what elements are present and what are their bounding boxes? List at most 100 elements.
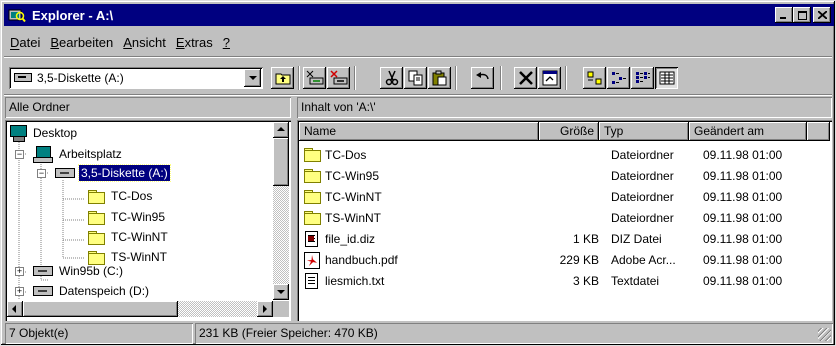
scroll-left-button[interactable] <box>7 301 23 317</box>
tree-item-datenspeich[interactable]: Datenspeich (D:) <box>33 282 151 300</box>
explorer-app-icon[interactable] <box>8 7 26 23</box>
small-icons-button[interactable] <box>607 67 630 89</box>
tree-item-label: Win95b (C:) <box>59 264 124 278</box>
list-icon <box>635 72 650 83</box>
menu-help[interactable]: ? <box>218 33 235 53</box>
column-header-name[interactable]: Name <box>299 122 539 141</box>
status-objects-text: 7 Objekt(e) <box>9 326 69 340</box>
menu-label: ? <box>222 35 230 50</box>
file-row[interactable]: handbuch.pdf 229 KB Adobe Acr... 09.11.9… <box>299 250 829 271</box>
properties-icon <box>542 70 557 86</box>
delete-button[interactable] <box>514 67 537 89</box>
up-folder-icon <box>275 73 290 85</box>
menu-datei[interactable]: Datei <box>5 33 45 53</box>
file-size: 229 KB <box>559 253 599 267</box>
column-header-modified[interactable]: Geändert am <box>689 122 807 141</box>
menu-label: Bearbeiten <box>50 35 114 50</box>
title-bar[interactable]: Explorer - A:\ <box>4 4 834 26</box>
minimize-button[interactable] <box>775 7 793 23</box>
file-list[interactable]: Name Größe Typ Geändert am TC-Dos Dateio… <box>297 120 832 321</box>
file-type: Adobe Acr... <box>611 253 676 267</box>
menu-label: Datei <box>10 35 41 50</box>
file-size: 1 KB <box>572 232 599 246</box>
cut-button[interactable] <box>380 67 403 89</box>
tree-item-arbeitsplatz[interactable]: Arbeitsplatz <box>33 145 124 163</box>
tree-scroll-thumb[interactable] <box>273 138 289 186</box>
undo-button[interactable] <box>471 67 494 89</box>
file-row[interactable]: file_id.diz 1 KB DIZ Datei 09.11.98 01:0… <box>299 229 829 250</box>
tree-item-win95b[interactable]: Win95b (C:) <box>33 262 125 280</box>
file-modified: 09.11.98 01:00 <box>703 274 783 288</box>
tree-item-desktop[interactable]: Desktop <box>9 124 79 142</box>
computer-icon <box>33 146 53 163</box>
menu-extras[interactable]: Extras <box>171 33 218 53</box>
collapse-arbeitsplatz[interactable]: − <box>15 150 24 159</box>
file-pane-title: Inhalt von 'A:\' <box>301 100 376 114</box>
details-view-button[interactable] <box>655 67 678 89</box>
large-icons-button[interactable] <box>583 67 606 89</box>
resize-grip-icon[interactable] <box>818 328 831 341</box>
file-name: handbuch.pdf <box>325 253 398 267</box>
scroll-up-button[interactable] <box>273 122 289 138</box>
tree-item-tc-winnt[interactable]: TC-WinNT <box>87 228 170 246</box>
disconnect-drive-button[interactable] <box>327 67 350 89</box>
scroll-down-button[interactable] <box>273 284 289 300</box>
file-name: file_id.diz <box>325 232 376 246</box>
menu-ansicht[interactable]: Ansicht <box>118 33 171 53</box>
menu-separator <box>4 56 832 58</box>
expand-datenspeich[interactable]: + <box>15 287 24 296</box>
tree-hscroll-thumb[interactable] <box>23 301 178 317</box>
collapse-diskette[interactable]: − <box>37 169 46 178</box>
column-header-filler <box>807 122 830 141</box>
toolbar-separator <box>500 66 502 90</box>
toolbar-separator <box>565 66 567 90</box>
up-folder-button[interactable] <box>271 67 294 89</box>
column-label: Geändert am <box>694 124 765 138</box>
folder-tree[interactable]: Desktop − Arbeitsplatz − 3,5-Diskette (A… <box>5 120 291 321</box>
file-name: TC-Dos <box>325 148 367 162</box>
column-header-size[interactable]: Größe <box>539 122 599 141</box>
menu-bar: Datei Bearbeiten Ansicht Extras ? <box>5 33 235 53</box>
file-row[interactable]: TS-WinNT Dateiordner 09.11.98 01:00 <box>299 208 829 229</box>
close-button[interactable] <box>813 7 831 23</box>
scroll-right-button[interactable] <box>257 301 273 317</box>
small-icons-icon <box>611 72 626 84</box>
scrollbar-corner <box>273 301 289 317</box>
properties-button[interactable] <box>538 67 561 89</box>
file-row[interactable]: liesmich.txt 3 KB Textdatei 09.11.98 01:… <box>299 271 829 292</box>
scissors-icon <box>385 70 398 86</box>
file-row[interactable]: TC-WinNT Dateiordner 09.11.98 01:00 <box>299 187 829 208</box>
copy-button[interactable] <box>404 67 427 89</box>
tree-item-diskette[interactable]: 3,5-Diskette (A:) <box>55 164 171 182</box>
folder-icon <box>87 230 105 245</box>
status-object-count: 7 Objekt(e) <box>5 323 193 344</box>
menu-bearbeiten[interactable]: Bearbeiten <box>45 33 118 53</box>
tree-item-tc-win95[interactable]: TC-Win95 <box>87 208 167 226</box>
tree-item-tc-dos[interactable]: TC-Dos <box>87 187 154 205</box>
status-free-space-text: 231 KB (Freier Speicher: 470 KB) <box>199 326 378 340</box>
file-name: TC-Win95 <box>325 169 380 183</box>
close-icon <box>817 11 827 19</box>
file-size: 3 KB <box>572 274 599 288</box>
pdf-file-icon <box>304 252 320 269</box>
file-modified: 09.11.98 01:00 <box>703 253 783 267</box>
disconnect-drive-icon <box>329 70 347 85</box>
paste-button[interactable] <box>428 67 451 89</box>
file-row[interactable]: TC-Dos Dateiordner 09.11.98 01:00 <box>299 145 829 166</box>
column-header-type[interactable]: Typ <box>599 122 689 141</box>
floppy-drive-icon <box>14 73 32 82</box>
file-modified: 09.11.98 01:00 <box>703 148 783 162</box>
file-type: Dateiordner <box>611 211 674 225</box>
maximize-button[interactable] <box>793 7 811 23</box>
details-icon <box>659 71 674 85</box>
chevron-down-icon[interactable] <box>244 69 261 87</box>
folder-icon <box>87 210 105 225</box>
menu-label: Extras <box>175 35 213 50</box>
address-combo[interactable]: 3,5-Diskette (A:) <box>9 67 263 89</box>
expand-win95b[interactable]: + <box>15 267 24 276</box>
file-row[interactable]: TC-Win95 Dateiordner 09.11.98 01:00 <box>299 166 829 187</box>
toolbar-separator <box>455 66 457 90</box>
toolbar-separator <box>354 66 356 90</box>
map-network-drive-button[interactable] <box>303 67 326 89</box>
list-view-button[interactable] <box>631 67 654 89</box>
